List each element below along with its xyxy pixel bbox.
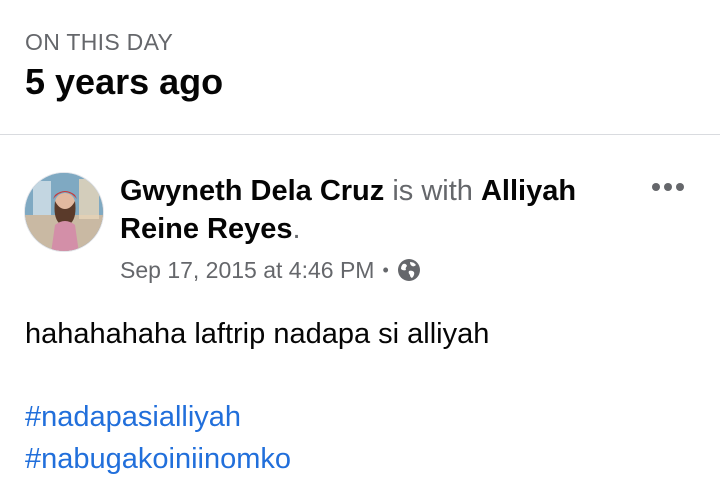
hashtag-link[interactable]: #nabugakoiniinomko bbox=[25, 438, 291, 480]
memory-overline: ON THIS DAY bbox=[25, 29, 174, 55]
post-meta: Sep 17, 2015 at 4:46 PM • bbox=[120, 254, 421, 286]
author-name[interactable]: Gwyneth Dela Cruz bbox=[120, 175, 384, 207]
with-text: is with bbox=[392, 175, 473, 207]
post-author-line: Gwyneth Dela Cruz is with Alliyah Reine … bbox=[120, 172, 640, 248]
memory-header: ON THIS DAY 5 years ago bbox=[25, 28, 223, 104]
post-text: hahahahaha laftrip nadapa si alliyah bbox=[25, 318, 490, 350]
globe-icon[interactable] bbox=[397, 258, 421, 282]
more-horizontal-icon bbox=[652, 183, 684, 191]
more-options-button[interactable] bbox=[646, 172, 690, 202]
avatar-image bbox=[25, 173, 103, 251]
divider bbox=[0, 134, 720, 135]
post-timestamp[interactable]: Sep 17, 2015 at 4:46 PM bbox=[120, 254, 374, 286]
post-hashtags: #nadapasialliyah #nabugakoiniinomko bbox=[25, 396, 291, 480]
avatar[interactable] bbox=[24, 172, 104, 252]
meta-separator: • bbox=[382, 260, 389, 280]
memory-years-ago: 5 years ago bbox=[25, 61, 224, 102]
hashtag-link[interactable]: #nadapasialliyah bbox=[25, 396, 291, 438]
tagged-suffix: . bbox=[292, 213, 301, 245]
